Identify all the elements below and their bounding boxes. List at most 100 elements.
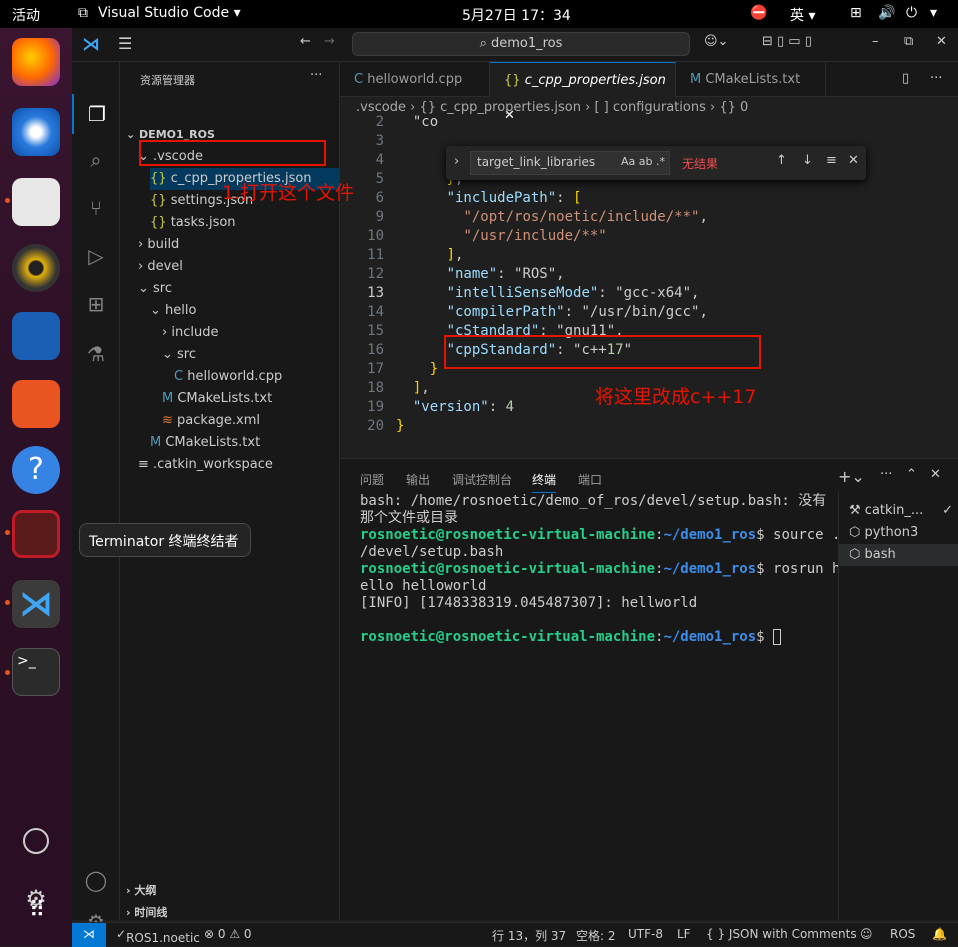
previous-match-icon[interactable]: ↑	[776, 153, 787, 168]
tab-terminal[interactable]: 终端	[532, 471, 557, 493]
tree-item[interactable]: M CMakeLists.txt	[162, 388, 272, 410]
breadcrumb-item[interactable]: [ ] configurations	[594, 100, 710, 115]
new-terminal-icon[interactable]: +⌄	[838, 467, 865, 486]
account-icon[interactable]: ◯	[72, 860, 120, 900]
search-icon[interactable]: ⌕	[72, 140, 120, 180]
power-icon[interactable]: ⏻	[906, 5, 917, 21]
find-in-selection-icon[interactable]: ≡	[826, 153, 837, 168]
tree-item[interactable]: › devel	[138, 256, 183, 278]
chevron-down-icon[interactable]: ▾	[930, 5, 937, 21]
tree-item[interactable]: ⌄ hello	[150, 300, 196, 322]
code-line[interactable]: }	[396, 418, 404, 434]
terminal-item-catkin[interactable]: ⚒ catkin_... ✓	[839, 500, 958, 522]
breadcrumb-item[interactable]: .vscode	[356, 100, 410, 115]
firefox-icon[interactable]	[12, 38, 60, 86]
back-icon[interactable]: ←	[300, 34, 311, 49]
status-encoding[interactable]: UTF-8	[628, 927, 663, 941]
tree-item[interactable]: C helloworld.cpp	[174, 366, 282, 388]
status-ros[interactable]: ROS	[890, 927, 915, 941]
tree-item[interactable]: › build	[138, 234, 179, 256]
next-match-icon[interactable]: ↓	[802, 153, 813, 168]
clock[interactable]: 5月27日 17：34	[462, 5, 571, 25]
stop-icon[interactable]: ⛔	[750, 5, 767, 21]
code-line[interactable]: "includePath": [	[396, 190, 582, 206]
status-problems[interactable]: ⊗ 0 ⚠ 0	[204, 927, 252, 941]
code-line[interactable]: "version": 4	[396, 399, 514, 415]
close-icon[interactable]: ✕	[936, 34, 947, 49]
remote-indicator-icon[interactable]: ⋊	[72, 923, 106, 947]
close-icon[interactable]: ✕	[930, 467, 941, 482]
breadcrumb-item[interactable]: {} c_cpp_properties.json	[419, 100, 585, 115]
more-actions-icon[interactable]: ···	[930, 71, 942, 86]
match-options-icon[interactable]: Aa ab .*	[621, 155, 665, 168]
app-center-icon[interactable]	[12, 380, 60, 428]
files-icon[interactable]	[12, 178, 60, 226]
status-branch[interactable]: ✓ ROS1.noetic	[116, 927, 200, 945]
status-eol[interactable]: LF	[677, 927, 691, 941]
run-debug-icon[interactable]: ▷	[72, 236, 120, 276]
split-editor-icon[interactable]: ▯	[902, 71, 909, 86]
vscode-icon[interactable]: ⋊	[12, 580, 60, 628]
tree-item[interactable]: ≡ .catkin_workspace	[138, 454, 273, 476]
tab-cmakelists[interactable]: M CMakeLists.txt	[676, 62, 826, 97]
code-line[interactable]: ],	[396, 247, 464, 263]
writer-icon[interactable]	[12, 312, 60, 360]
toggle-replace-icon[interactable]: ›	[454, 154, 459, 169]
code-line[interactable]: "/usr/include/**"	[396, 228, 606, 244]
status-indentation[interactable]: 空格: 2	[576, 927, 616, 944]
outline-section[interactable]: › 大纲	[126, 880, 156, 902]
code-line[interactable]: "co	[396, 114, 438, 130]
account-icon[interactable]	[23, 828, 49, 854]
code-line[interactable]: "intelliSenseMode": "gcc-x64",	[396, 285, 700, 301]
explorer-icon[interactable]: ❐	[72, 94, 120, 134]
terminal-icon[interactable]: >_	[12, 648, 60, 696]
tab-debug-console[interactable]: 调试控制台	[452, 471, 512, 488]
testing-icon[interactable]: ⚗	[72, 334, 120, 374]
terminator-icon[interactable]	[12, 510, 60, 558]
thunderbird-icon[interactable]	[12, 108, 60, 156]
activities-button[interactable]: 活动	[12, 5, 40, 25]
forward-icon[interactable]: →	[324, 34, 335, 49]
tab-c-cpp-properties[interactable]: {} c_cpp_properties.json ✕	[490, 62, 676, 123]
extensions-icon[interactable]: ⊞	[72, 284, 120, 324]
tab-problems[interactable]: 问题	[360, 471, 384, 488]
code-line[interactable]: ],	[396, 380, 430, 396]
status-cursor-position[interactable]: 行 13，列 37	[492, 927, 566, 944]
volume-icon[interactable]: 🔊	[878, 5, 895, 21]
source-control-icon[interactable]: ⑂	[72, 188, 120, 228]
tab-helloworld-cpp[interactable]: C helloworld.cpp	[340, 62, 490, 97]
rhythmbox-icon[interactable]	[12, 244, 60, 292]
command-center[interactable]: ⌕ demo1_ros	[352, 32, 690, 56]
tree-item[interactable]: ⌄ src	[138, 278, 172, 300]
timeline-section[interactable]: › 时间线	[126, 902, 167, 924]
minimize-icon[interactable]: –	[872, 34, 879, 49]
layout-icon[interactable]: ⊟ ▯ ▭ ▯	[762, 34, 812, 49]
restore-icon[interactable]: ⧉	[904, 34, 913, 49]
help-icon[interactable]: ?	[12, 446, 60, 494]
more-actions-icon[interactable]: ···	[880, 467, 892, 482]
tab-ports[interactable]: 端口	[578, 471, 602, 488]
status-language[interactable]: { } JSON with Comments	[706, 927, 857, 941]
breadcrumb-item[interactable]: {} 0	[719, 100, 748, 115]
tree-item[interactable]: M CMakeLists.txt	[150, 432, 260, 454]
code-line[interactable]: "name": "ROS",	[396, 266, 565, 282]
tree-item[interactable]: {} tasks.json	[150, 212, 236, 234]
tree-item[interactable]: ⌄ src	[162, 344, 196, 366]
input-method[interactable]: 英 ▾	[790, 5, 815, 25]
code-line[interactable]: "compilerPath": "/usr/bin/gcc",	[396, 304, 708, 320]
terminal-item-bash[interactable]: ⬡ bash	[839, 544, 958, 566]
copilot-icon[interactable]: ☺	[860, 927, 873, 941]
more-actions-icon[interactable]: ···	[310, 68, 322, 83]
network-icon[interactable]: ⊞	[850, 5, 862, 21]
tab-output[interactable]: 输出	[406, 471, 430, 488]
tree-item[interactable]: › include	[162, 322, 218, 344]
close-icon[interactable]: ✕	[848, 153, 859, 168]
maximize-panel-icon[interactable]: ⌃	[906, 467, 917, 482]
terminal-item-python3[interactable]: ⬡ python3	[839, 522, 958, 544]
app-menu[interactable]: Visual Studio Code ▾	[98, 5, 241, 21]
tree-item[interactable]: ≋ package.xml	[162, 410, 260, 432]
show-apps-grid-icon[interactable]: ⠿	[22, 896, 52, 926]
code-line[interactable]: }	[396, 361, 438, 377]
find-input[interactable]: target_link_libraries Aa ab .*	[470, 151, 670, 175]
notifications-icon[interactable]: 🔔	[932, 927, 947, 941]
